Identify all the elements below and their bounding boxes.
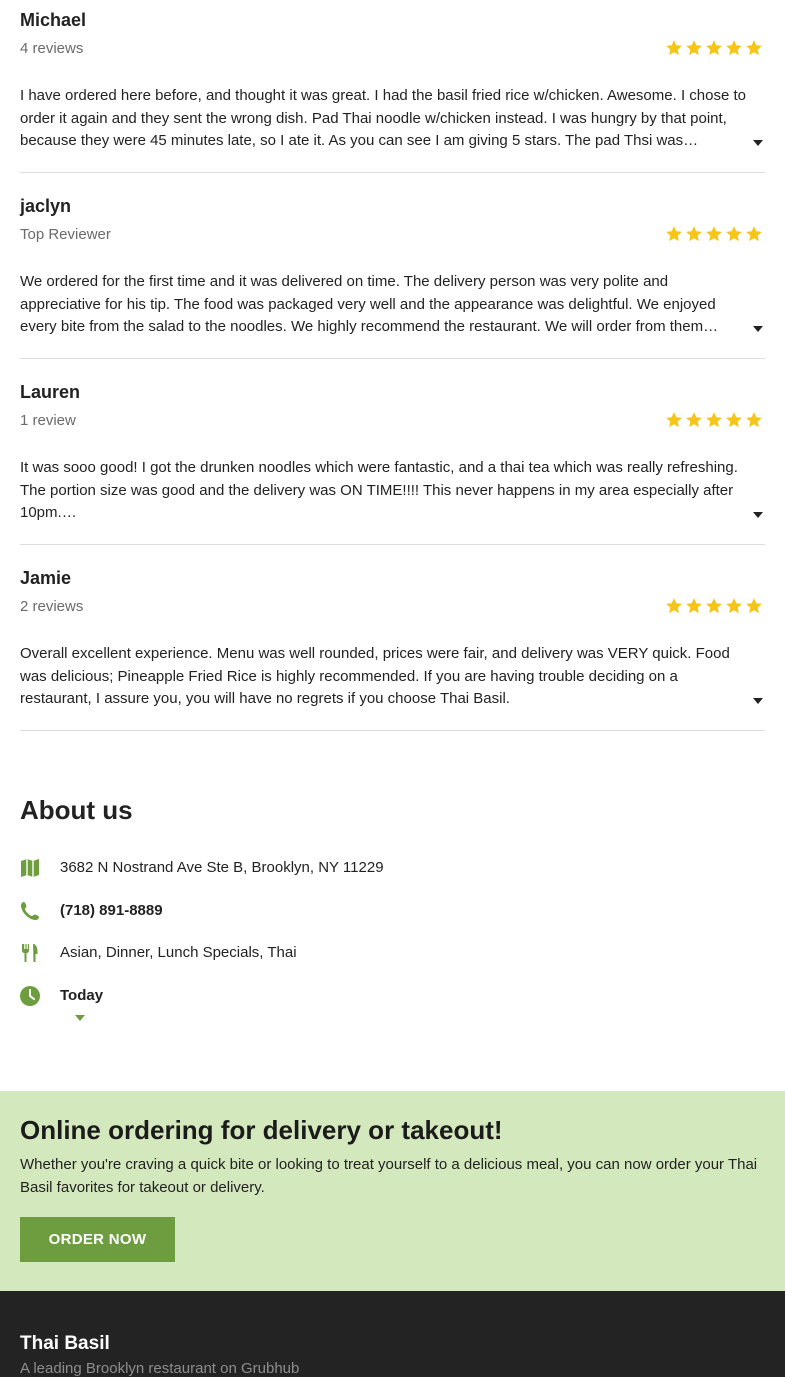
reviewer-name: Lauren [20,382,81,402]
cuisines-row: Asian, Dinner, Lunch Specials, Thai [20,943,297,963]
phone-link[interactable]: (718) 891-8889 [60,902,163,919]
star-icon [746,226,762,242]
star-icon [686,40,702,56]
star-icon [666,40,682,56]
clock-icon [20,986,40,1006]
reviewer-name: Michael [20,10,87,30]
reviewer-meta: 1 review [20,412,76,429]
phone-row: (718) 891-8889 [20,901,163,921]
reviewer-name: jaclyn [20,196,72,216]
rating-stars [665,597,763,615]
address-row: 3682 N Nostrand Ave Ste B, Brooklyn, NY … [20,858,384,878]
utensils-icon [20,943,40,963]
reviewer-meta: 2 reviews [20,598,84,615]
cuisines-text: Asian, Dinner, Lunch Specials, Thai [60,944,297,961]
star-icon [726,598,742,614]
star-icon [726,40,742,56]
footer-subtitle: A leading Brooklyn restaurant on Grubhub [20,1360,300,1377]
caret-down-icon[interactable] [75,1014,85,1022]
star-icon [706,598,722,614]
hours-row[interactable]: Today [20,986,103,1006]
about-section: About us 3682 N Nostrand Ave Ste B, Broo… [20,790,765,1021]
star-icon [746,412,762,428]
star-icon [726,412,742,428]
star-icon [666,412,682,428]
reviewer-meta: Top Reviewer [20,226,111,243]
star-icon [686,598,702,614]
reviews-list: Michael 4 reviews I have ordered here be… [20,0,765,731]
promo-title: Online ordering for delivery or takeout! [20,1115,503,1145]
rating-stars [665,411,763,429]
reviewer-meta: 4 reviews [20,40,84,57]
caret-down-icon [753,140,763,146]
hours-label: Today [60,987,104,1004]
star-icon [666,598,682,614]
review-text: I have ordered here before, and thought … [20,87,746,149]
star-icon [746,40,762,56]
star-icon [706,226,722,242]
footer-title: Thai Basil [20,1333,110,1354]
expand-review-button[interactable] [751,322,765,336]
address-text: 3682 N Nostrand Ave Ste B, Brooklyn, NY … [60,859,384,876]
footer: Thai Basil A leading Brooklyn restaurant… [0,1291,785,1377]
caret-down-icon [753,326,763,332]
caret-down-icon [753,512,763,518]
expand-review-button[interactable] [751,508,765,522]
about-title: About us [20,795,133,825]
review-text: It was sooo good! I got the drunken nood… [20,459,738,521]
review-text: Overall excellent experience. Menu was w… [20,645,730,707]
review-text: We ordered for the first time and it was… [20,273,719,335]
star-icon [686,412,702,428]
review-card: Jamie 2 reviews Overall excellent experi… [20,545,765,731]
star-icon [686,226,702,242]
rating-stars [665,39,763,57]
expand-review-button[interactable] [751,694,765,708]
star-icon [726,226,742,242]
reviewer-name: Jamie [20,568,72,588]
order-now-button[interactable]: ORDER NOW [20,1217,175,1262]
map-icon [20,858,40,878]
phone-icon [20,901,40,921]
star-icon [706,412,722,428]
caret-down-icon [753,698,763,704]
review-card: Lauren 1 review It was sooo good! I got … [20,359,765,545]
star-icon [746,598,762,614]
review-card: Michael 4 reviews I have ordered here be… [20,0,765,173]
expand-review-button[interactable] [751,136,765,150]
rating-stars [665,225,763,243]
order-promo-banner: Online ordering for delivery or takeout!… [0,1091,785,1291]
star-icon [666,226,682,242]
star-icon [706,40,722,56]
review-card: jaclyn Top Reviewer We ordered for the f… [20,173,765,359]
promo-text: Whether you're craving a quick bite or l… [20,1156,758,1196]
